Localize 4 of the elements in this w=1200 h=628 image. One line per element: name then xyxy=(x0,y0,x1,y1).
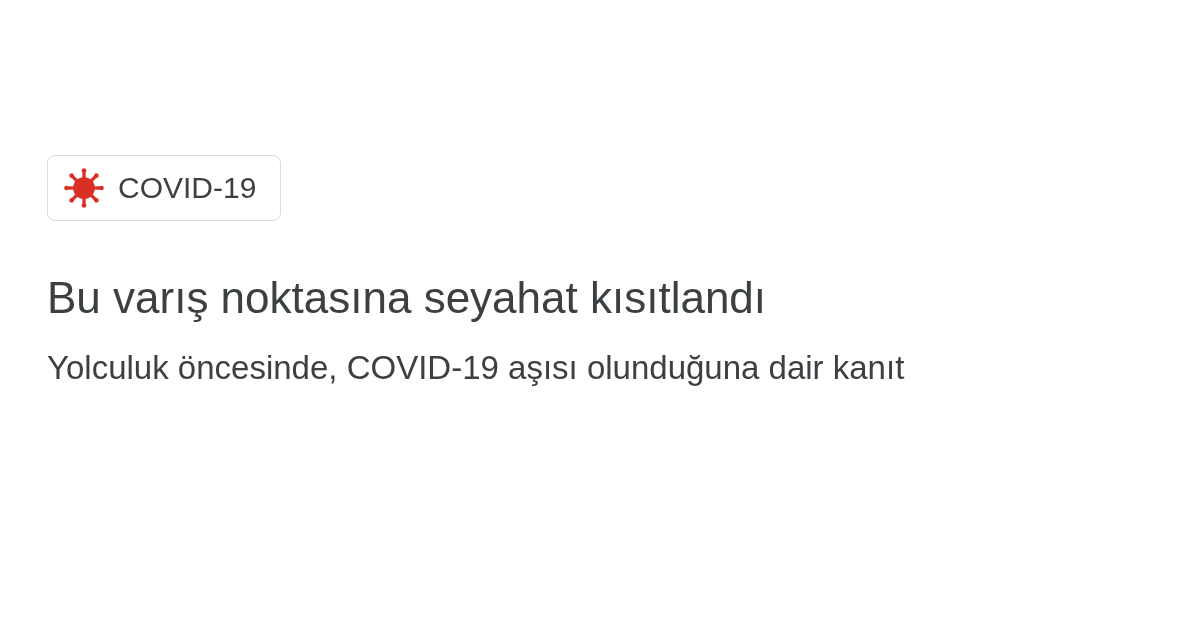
description: Yolculuk öncesinde, COVID-19 aşısı olunduğuna dair kanıt xyxy=(47,349,906,387)
heading: Bu varış noktasına seyahat kısıtlandı xyxy=(47,273,768,323)
covid-chip[interactable]: COVID-19 xyxy=(47,155,282,221)
virus-icon xyxy=(64,168,104,208)
